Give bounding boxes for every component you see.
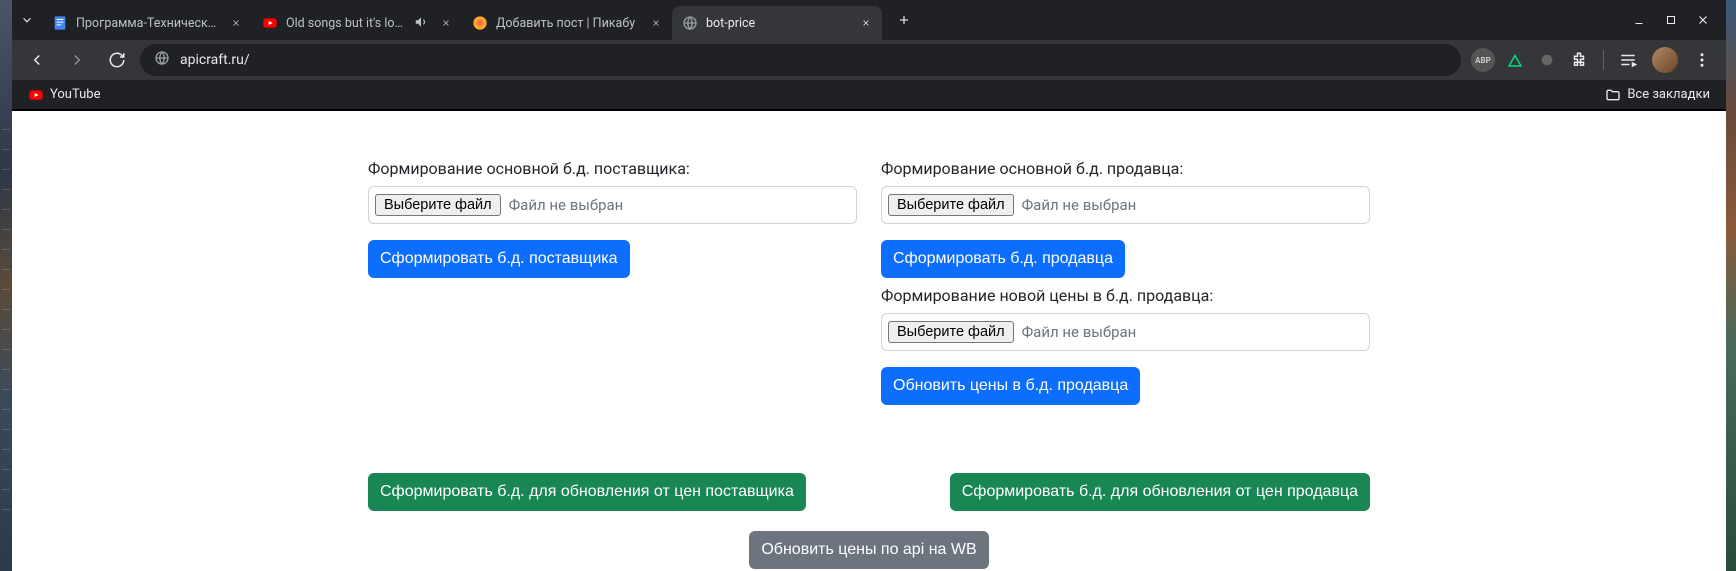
tab-search-button[interactable]	[12, 0, 42, 40]
file-status-text: Файл не выбран	[509, 196, 624, 214]
form-db-from-seller-button[interactable]: Сформировать б.д. для обновления от цен …	[950, 473, 1370, 511]
newprice-file-input[interactable]: Выберите файл Файл не выбран	[881, 313, 1370, 351]
file-status-text: Файл не выбран	[1022, 323, 1137, 341]
choose-file-button[interactable]: Выберите файл	[888, 321, 1014, 343]
page-content: Формирование основной б.д. поставщика: В…	[12, 111, 1726, 571]
choose-file-button[interactable]: Выберите файл	[375, 194, 501, 216]
desktop-left-strip	[0, 0, 12, 571]
close-icon[interactable]	[858, 15, 874, 31]
extension-grey-icon[interactable]	[1535, 48, 1559, 72]
extensions-area: ABP	[1467, 47, 1718, 73]
seller-label: Формирование основной б.д. продавца:	[881, 159, 1370, 178]
supplier-file-input[interactable]: Выберите файл Файл не выбран	[368, 186, 857, 224]
tab-strip: Программа-Техническое з Old songs but it…	[12, 0, 1616, 40]
globe-icon	[682, 15, 698, 31]
forward-button[interactable]	[60, 43, 94, 77]
bookmark-youtube[interactable]: YouTube	[22, 83, 107, 107]
seller-file-input[interactable]: Выберите файл Файл не выбран	[881, 186, 1370, 224]
update-wb-api-button[interactable]: Обновить цены по api на WB	[749, 531, 988, 569]
tab-2[interactable]: Добавить пост | Пикабу	[462, 6, 672, 40]
separator	[1603, 50, 1604, 70]
form-db-from-supplier-button[interactable]: Сформировать б.д. для обновления от цен …	[368, 473, 806, 511]
submit-seller-button[interactable]: Сформировать б.д. продавца	[881, 240, 1125, 278]
browser-toolbar: apicraft.ru/ ABP	[12, 40, 1726, 80]
site-info-icon[interactable]	[154, 50, 170, 70]
audio-icon[interactable]	[414, 15, 430, 31]
tab-0[interactable]: Программа-Техническое з	[42, 6, 252, 40]
minimize-button[interactable]	[1630, 11, 1648, 29]
pikabu-icon	[472, 15, 488, 31]
tab-title: bot-price	[706, 16, 850, 31]
url-text: apicraft.ru/	[180, 52, 250, 68]
newprice-label: Формирование новой цены в б.д. продавца:	[881, 286, 1370, 305]
choose-file-button[interactable]: Выберите файл	[888, 194, 1014, 216]
desktop-right-strip	[1726, 0, 1736, 571]
profile-avatar[interactable]	[1652, 47, 1678, 73]
tab-title: Добавить пост | Пикабу	[496, 16, 640, 31]
close-icon[interactable]	[648, 15, 664, 31]
supplier-section: Формирование основной б.д. поставщика: В…	[368, 159, 857, 413]
youtube-icon	[262, 15, 278, 31]
all-bookmarks-button[interactable]: Все закладки	[1599, 83, 1716, 107]
bookmark-label: YouTube	[50, 87, 101, 102]
tab-title: Программа-Техническое з	[76, 16, 220, 31]
extension-nuxt-icon[interactable]	[1503, 48, 1527, 72]
reading-list-icon[interactable]	[1616, 48, 1640, 72]
maximize-button[interactable]	[1662, 11, 1680, 29]
window-controls	[1616, 11, 1726, 29]
supplier-label: Формирование основной б.д. поставщика:	[368, 159, 857, 178]
close-window-button[interactable]	[1694, 11, 1712, 29]
new-tab-button[interactable]	[890, 6, 918, 34]
bookmarks-bar: YouTube Все закладки	[12, 80, 1726, 110]
docs-icon	[52, 15, 68, 31]
close-icon[interactable]	[228, 15, 244, 31]
extensions-button[interactable]	[1567, 48, 1591, 72]
menu-button[interactable]	[1690, 48, 1714, 72]
all-bookmarks-label: Все закладки	[1627, 87, 1710, 102]
submit-supplier-button[interactable]: Сформировать б.д. поставщика	[368, 240, 630, 278]
back-button[interactable]	[20, 43, 54, 77]
seller-section: Формирование основной б.д. продавца: Выб…	[881, 159, 1370, 413]
tab-1[interactable]: Old songs but it's lofi rer	[252, 6, 462, 40]
reload-button[interactable]	[100, 43, 134, 77]
address-bar[interactable]: apicraft.ru/	[140, 44, 1461, 76]
file-status-text: Файл не выбран	[1022, 196, 1137, 214]
tab-title: Old songs but it's lofi rer	[286, 16, 406, 31]
browser-titlebar: Программа-Техническое з Old songs but it…	[12, 0, 1726, 40]
close-icon[interactable]	[438, 15, 454, 31]
update-prices-seller-button[interactable]: Обновить цены в б.д. продавца	[881, 367, 1140, 405]
extension-abp-icon[interactable]: ABP	[1471, 48, 1495, 72]
tab-3[interactable]: bot-price	[672, 6, 882, 40]
